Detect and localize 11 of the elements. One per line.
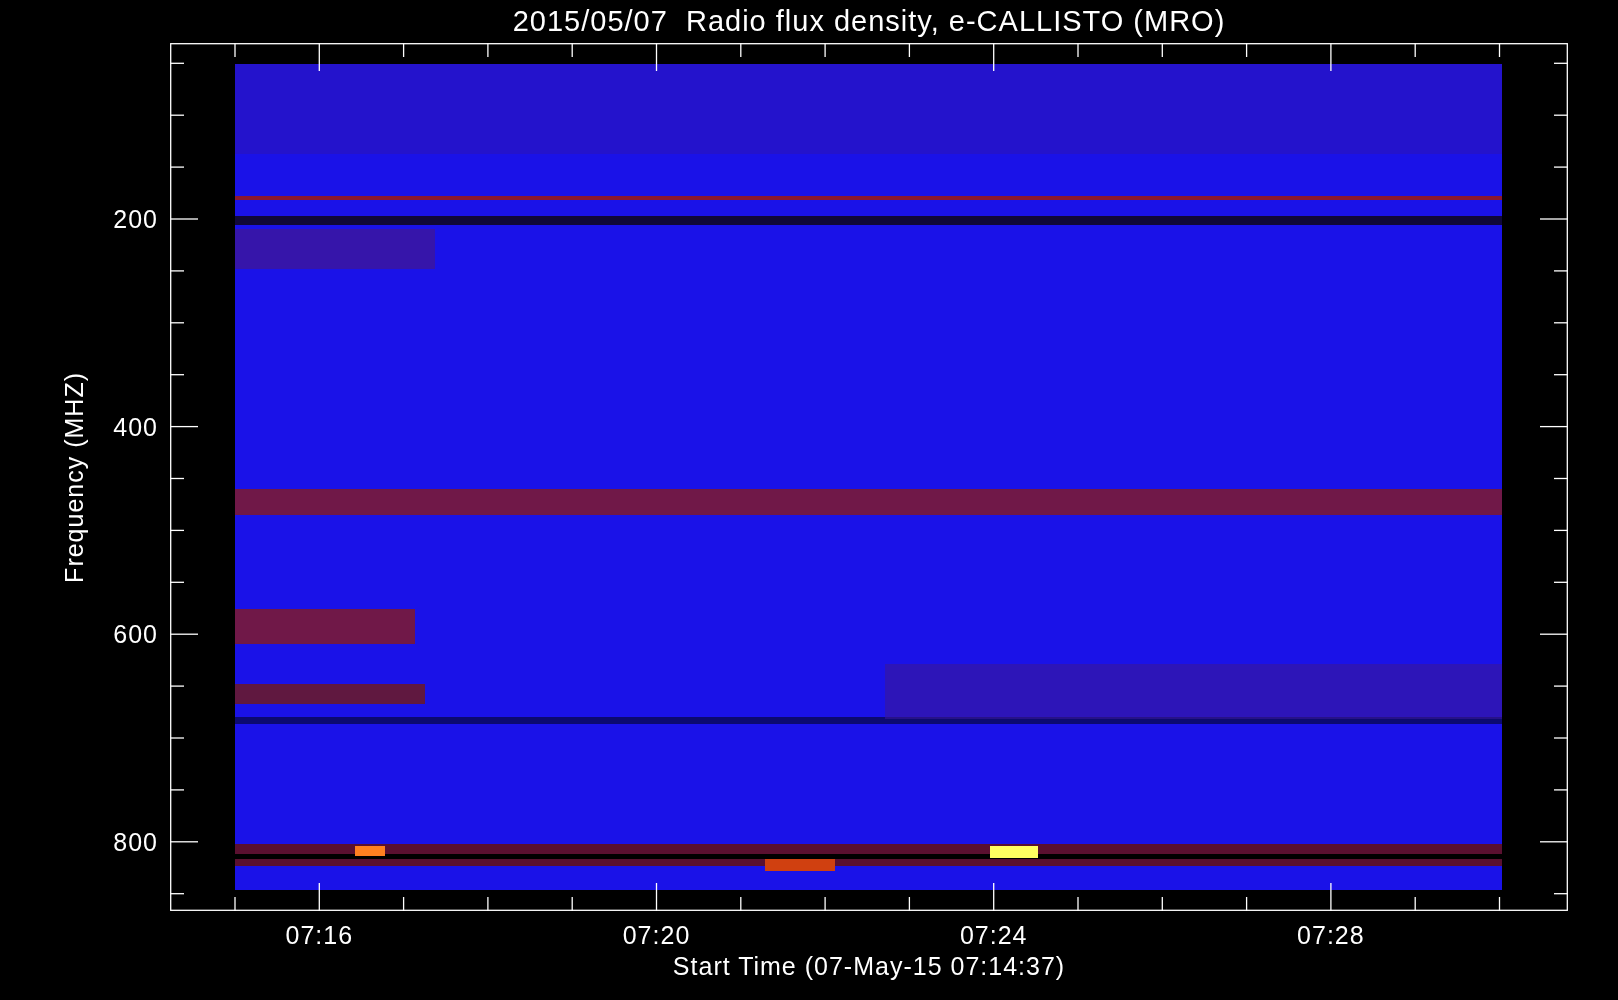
- x-tick-label: 07:16: [284, 920, 355, 950]
- y-axis-label: Frequency (MHZ): [60, 371, 89, 583]
- x-tick-label: 07:24: [958, 920, 1029, 950]
- x-axis-label: Start Time (07-May-15 07:14:37): [672, 951, 1066, 981]
- x-tick-label: 07:28: [1296, 920, 1366, 950]
- plot-title: 2015/05/07 Radio flux density, e-CALLISTO (MRO): [512, 5, 1226, 38]
- y-tick-label: 200: [113, 204, 158, 234]
- x-tick-label: 07:20: [621, 920, 692, 950]
- y-tick-label: 800: [113, 826, 158, 857]
- y-tick-label: 400: [113, 411, 158, 442]
- y-tick-label: 600: [113, 619, 158, 650]
